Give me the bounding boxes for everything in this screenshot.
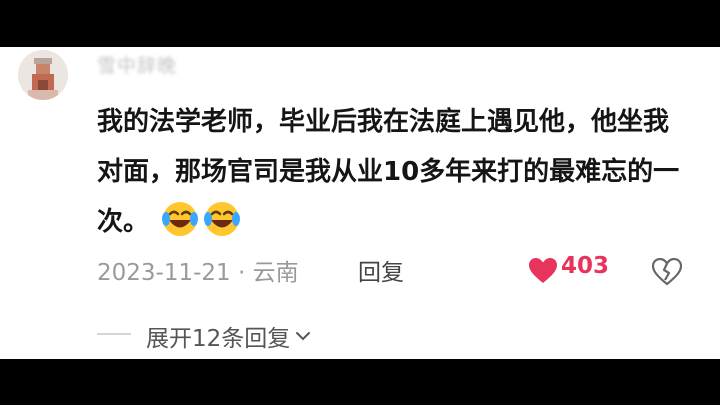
comment-location: 云南 [252, 260, 299, 286]
reply-button[interactable]: 回复 [358, 253, 404, 287]
heart-icon[interactable] [528, 257, 558, 285]
comment-card: 雪中辞晚 我的法学老师，毕业后我在法庭上遇见他，他坐我对面，那场官司是我从业10… [0, 47, 720, 359]
comment-text: 我的法学老师，毕业后我在法庭上遇见他，他坐我对面，那场官司是我从业10多年来打的… [97, 97, 687, 247]
meta-separator: · [237, 260, 246, 286]
comment-meta: 2023-11-21 · 云南 [97, 253, 299, 287]
avatar[interactable] [18, 50, 68, 100]
like-count: 403 [561, 253, 610, 279]
replies-divider [97, 333, 131, 335]
expand-replies-label: 展开12条回复 [146, 326, 291, 352]
username[interactable]: 雪中辞晚 [97, 51, 177, 78]
expand-replies-button[interactable]: 展开12条回复 [146, 319, 312, 353]
chevron-down-icon [296, 332, 311, 341]
comment-date: 2023-11-21 [97, 260, 231, 286]
broken-heart-icon[interactable] [651, 257, 683, 286]
laughing-tears-icon [202, 199, 242, 239]
laughing-tears-icon [160, 199, 200, 239]
